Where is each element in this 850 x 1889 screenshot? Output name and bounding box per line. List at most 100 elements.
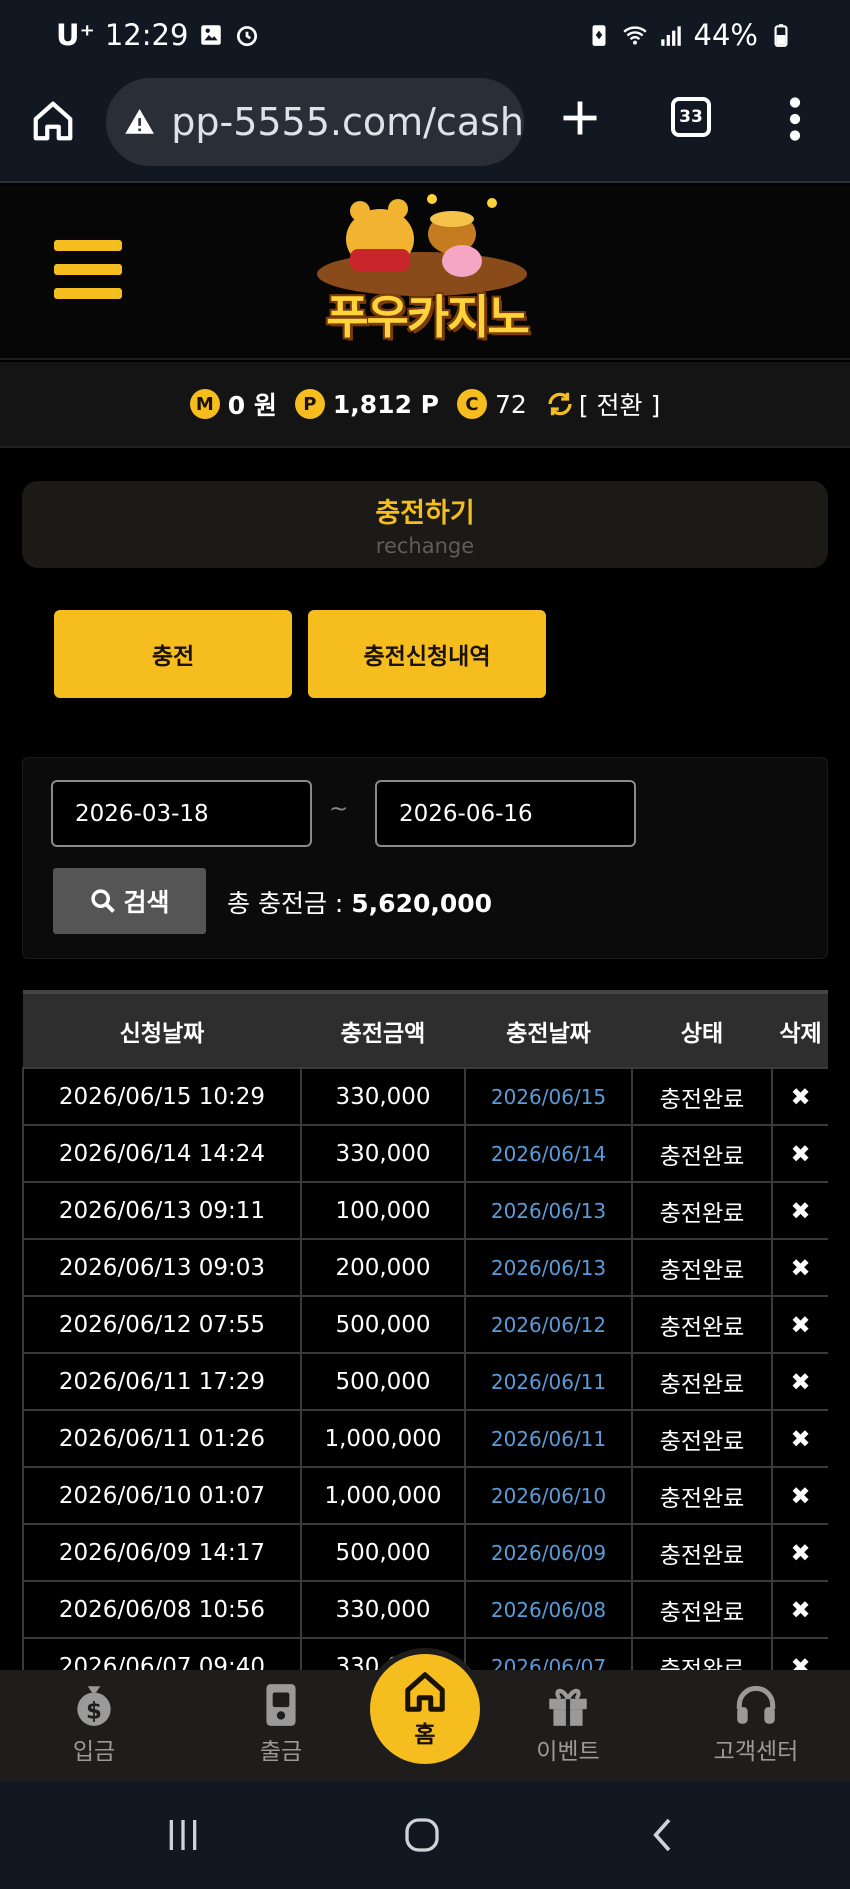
signal-icon <box>660 26 681 46</box>
status-cell: 충전완료 <box>631 1124 773 1183</box>
back-icon[interactable] <box>644 1815 684 1855</box>
site-logo[interactable]: 푸우카지노 <box>302 189 552 354</box>
header-requested-date: 신청날짜 <box>23 990 301 1068</box>
delete-icon[interactable]: ✖ <box>771 1466 828 1525</box>
recent-apps-icon[interactable] <box>163 1815 203 1855</box>
site-header: 푸우카지노 <box>0 185 850 360</box>
requested-date-cell: 2026/06/07 09:40 <box>22 1637 302 1670</box>
charged-date-cell: 2026/06/15 <box>464 1067 633 1126</box>
bottom-navigation: $ 입금 출금 홈 이벤트 고객센터 <box>0 1654 850 1782</box>
tab-charge-history-button[interactable]: 충전신청내역 <box>308 610 546 698</box>
clock: 12:29 <box>104 18 189 52</box>
total-charge: 총 충전금 : 5,620,000 <box>227 884 492 920</box>
search-button-label[interactable]: 검색 <box>123 883 169 919</box>
charged-date-cell: 2026/06/13 <box>464 1238 633 1297</box>
requested-date-cell: 2026/06/09 14:17 <box>22 1523 302 1582</box>
refresh-icon[interactable] <box>545 389 575 419</box>
total-charge-value: 5,620,000 <box>351 889 493 918</box>
svg-text:$: $ <box>86 1699 102 1725</box>
delete-icon[interactable]: ✖ <box>771 1181 828 1240</box>
nav-support[interactable]: 고객센터 <box>696 1680 816 1766</box>
url-text[interactable]: pp-5555.com/cash <box>171 100 524 144</box>
requested-date-cell: 2026/06/13 09:11 <box>22 1181 302 1240</box>
header-status: 상태 <box>632 990 772 1068</box>
gift-icon <box>549 1688 587 1726</box>
delete-icon[interactable]: ✖ <box>771 1124 828 1183</box>
tab-charge-button[interactable]: 충전 <box>54 610 292 698</box>
status-cell: 충전완료 <box>631 1580 773 1639</box>
system-home-icon[interactable] <box>402 1815 442 1855</box>
alarm-icon <box>237 26 258 47</box>
new-tab-icon[interactable] <box>558 96 602 140</box>
money-bag-icon: $ <box>77 1686 111 1726</box>
delete-icon[interactable]: ✖ <box>771 1295 828 1354</box>
charge-history-table: 신청날짜 충전금액 충전날짜 상태 삭제 2026/06/15 10:29 33… <box>22 990 828 1670</box>
nav-withdraw[interactable]: 출금 <box>221 1680 341 1766</box>
charged-date-cell: 2026/06/14 <box>464 1124 633 1183</box>
date-to-field[interactable] <box>375 780 636 847</box>
charged-date-cell: 2026/06/12 <box>464 1295 633 1354</box>
requested-date-cell: 2026/06/10 01:07 <box>22 1466 302 1525</box>
delete-icon[interactable]: ✖ <box>771 1523 828 1582</box>
status-cell: 충전완료 <box>631 1295 773 1354</box>
nav-deposit[interactable]: $ 입금 <box>34 1680 154 1766</box>
delete-icon[interactable]: ✖ <box>771 1352 828 1411</box>
nav-home[interactable]: 홈 <box>370 1654 480 1764</box>
more-menu-icon[interactable] <box>788 97 802 141</box>
nav-home-label[interactable]: 홈 <box>414 1715 435 1749</box>
browser-toolbar: pp-5555.com/cash 33 <box>0 70 850 183</box>
charged-date-cell: 2026/06/10 <box>464 1466 633 1525</box>
nav-deposit-label[interactable]: 입금 <box>73 1739 115 1765</box>
delete-icon[interactable]: ✖ <box>771 1409 828 1468</box>
tab-switcher-button[interactable]: 33 <box>671 97 711 137</box>
status-cell: 충전완료 <box>631 1181 773 1240</box>
point-balance: P 1,812 P <box>294 389 439 419</box>
requested-date-cell: 2026/06/15 10:29 <box>22 1067 302 1126</box>
hamburger-menu-icon[interactable] <box>54 240 122 300</box>
delete-icon[interactable]: ✖ <box>771 1637 828 1670</box>
table-row: 2026/06/08 10:56 330,000 2026/06/08 충전완료… <box>22 1580 828 1639</box>
coin-balance: C 72 <box>457 389 527 419</box>
status-cell: 충전완료 <box>631 1637 773 1670</box>
table-row: 2026/06/13 09:11 100,000 2026/06/13 충전완료… <box>22 1181 828 1240</box>
point-badge-icon: P <box>294 389 325 419</box>
requested-date-cell: 2026/06/08 10:56 <box>22 1580 302 1639</box>
search-panel: ~ 검색 총 충전금 : 5,620,000 <box>22 757 828 959</box>
table-row: 2026/06/15 10:29 330,000 2026/06/15 충전완료… <box>22 1067 828 1126</box>
total-charge-label: 총 충전금 : <box>227 889 344 918</box>
status-bar: U⁺ 12:29 44% <box>0 0 850 70</box>
delete-icon[interactable]: ✖ <box>771 1580 828 1639</box>
amount-cell: 330,000 <box>300 1124 466 1183</box>
point-value: 1,812 P <box>332 389 439 419</box>
money-value: 0 원 <box>227 391 277 420</box>
search-button[interactable]: 검색 <box>53 868 206 934</box>
status-cell: 충전완료 <box>631 1067 773 1126</box>
nav-event-label[interactable]: 이벤트 <box>536 1739 599 1765</box>
convert-button[interactable]: [ 전환 ] <box>545 386 660 422</box>
requested-date-cell: 2026/06/11 17:29 <box>22 1352 302 1411</box>
warning-icon[interactable] <box>124 103 155 141</box>
charged-date-cell: 2026/06/09 <box>464 1523 633 1582</box>
requested-date-cell: 2026/06/12 07:55 <box>22 1295 302 1354</box>
requested-date-cell: 2026/06/11 01:26 <box>22 1409 302 1468</box>
charged-date-cell: 2026/06/08 <box>464 1580 633 1639</box>
delete-icon[interactable]: ✖ <box>771 1238 828 1297</box>
status-cell: 충전완료 <box>631 1409 773 1468</box>
date-from-field[interactable] <box>51 780 312 847</box>
charged-date-cell: 2026/06/11 <box>464 1409 633 1468</box>
nav-event[interactable]: 이벤트 <box>508 1680 628 1766</box>
amount-cell: 500,000 <box>300 1523 466 1582</box>
amount-cell: 200,000 <box>300 1238 466 1297</box>
charged-date-cell: 2026/06/07 <box>464 1637 633 1670</box>
browser-home-icon[interactable] <box>30 98 76 144</box>
requested-date-cell: 2026/06/13 09:03 <box>22 1238 302 1297</box>
battery-saver-icon <box>592 25 606 46</box>
nav-support-label[interactable]: 고객센터 <box>714 1739 799 1765</box>
convert-label[interactable]: [ 전환 ] <box>579 386 660 422</box>
address-bar[interactable]: pp-5555.com/cash <box>106 78 524 166</box>
header-charged-date: 충전날짜 <box>465 990 632 1068</box>
delete-icon[interactable]: ✖ <box>771 1067 828 1126</box>
nav-withdraw-label[interactable]: 출금 <box>260 1739 302 1765</box>
status-cell: 충전완료 <box>631 1352 773 1411</box>
atm-icon <box>266 1684 296 1726</box>
